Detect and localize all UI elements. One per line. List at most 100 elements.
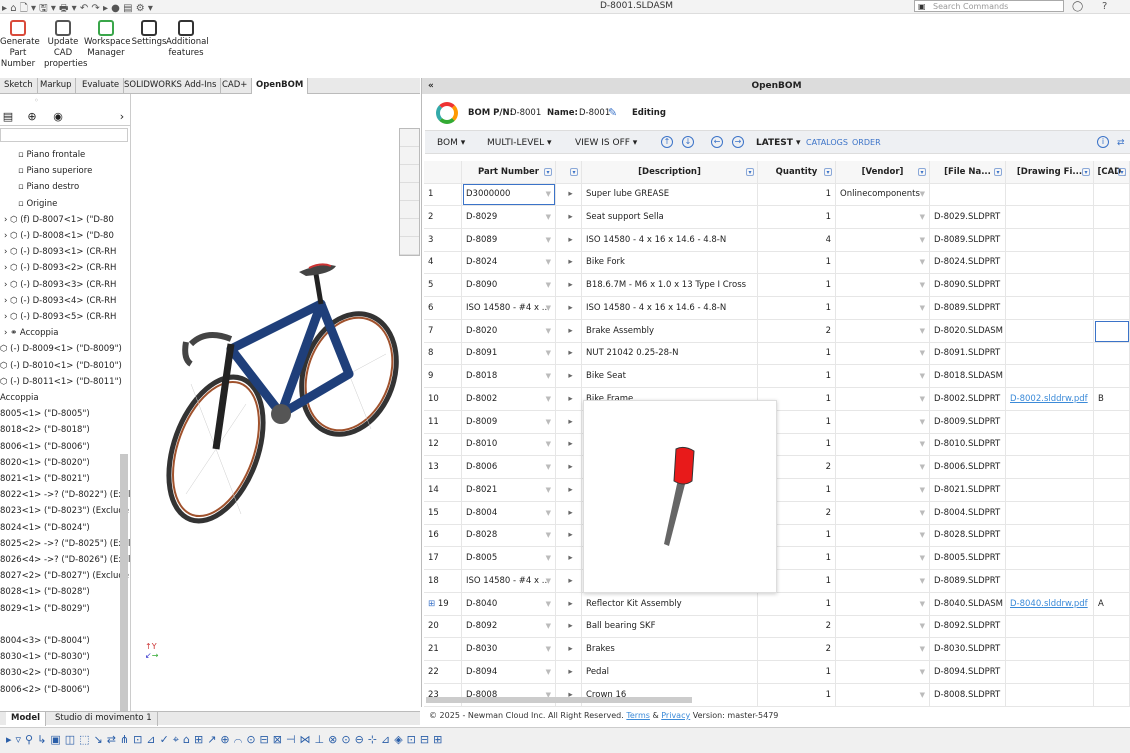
- table-row[interactable]: 21 D-8030 ▼ ▸ Brakes 2 ▼ D-8030.SLDPRT: [424, 638, 1130, 661]
- dropdown-arrow-icon[interactable]: ▼: [546, 297, 551, 319]
- cell-n[interactable]: 6: [424, 296, 462, 320]
- edit-pencil-icon[interactable]: ✎: [608, 106, 617, 119]
- cell-drw[interactable]: [1006, 183, 1094, 206]
- cell-vendor[interactable]: ▼: [836, 478, 930, 502]
- catalogs-button[interactable]: CATALOGS: [806, 138, 848, 147]
- tree-item[interactable]: › ⬡ (-) D-8093<5> (CR-RH: [4, 312, 116, 322]
- ribbon-button-4[interactable]: Additional features: [166, 20, 209, 59]
- cell-desc[interactable]: Pedal: [582, 660, 758, 684]
- cell-n[interactable]: 1: [424, 183, 462, 206]
- cell-vendor[interactable]: Onlinecomponents ▼: [836, 183, 930, 206]
- column-header-pn[interactable]: Part Number ▾: [462, 161, 556, 184]
- tree-item[interactable]: ▫ Piano destro: [18, 182, 79, 192]
- cell-cad[interactable]: [1094, 433, 1130, 457]
- dropdown-arrow-icon[interactable]: ▼: [920, 524, 925, 546]
- column-header-n[interactable]: [424, 161, 462, 184]
- dropdown-arrow-icon[interactable]: ▼: [546, 479, 551, 501]
- tree-item[interactable]: › ⬡ (-) D-8008<1> ("D-80: [4, 231, 114, 241]
- cell-n[interactable]: 21: [424, 638, 462, 661]
- tab-solidworks-add-ins[interactable]: SOLIDWORKS Add-Ins: [120, 78, 222, 94]
- cell-n[interactable]: 14: [424, 478, 462, 502]
- dropdown-arrow-icon[interactable]: ▼: [546, 502, 551, 524]
- cell-vendor[interactable]: ▼: [836, 615, 930, 639]
- tree-item[interactable]: 8018<2> ("D-8018"): [0, 425, 90, 435]
- column-header-vendor[interactable]: [Vendor] ▾: [836, 161, 930, 184]
- cell-cad[interactable]: [1094, 569, 1130, 593]
- column-header-icon[interactable]: ▾: [556, 161, 582, 184]
- cell-pn[interactable]: D-8028 ▼: [462, 524, 556, 548]
- cell-desc[interactable]: NUT 21042 0.25-28-N: [582, 342, 758, 366]
- dropdown-arrow-icon[interactable]: ▼: [546, 433, 551, 455]
- home-icon[interactable]: [400, 129, 419, 147]
- cell-drw[interactable]: [1006, 296, 1094, 320]
- cell-pn[interactable]: ISO 14580 - #4 x ... ▼: [462, 296, 556, 320]
- tree-item[interactable]: 8023<1> ("D-8023") (Exclude: [0, 506, 129, 516]
- cell-file[interactable]: D-8005.SLDPRT: [930, 547, 1006, 570]
- tree-item[interactable]: 8030<1> ("D-8030"): [0, 652, 90, 662]
- cell-cad[interactable]: [1094, 342, 1130, 366]
- dropdown-arrow-icon[interactable]: ▼: [546, 524, 551, 546]
- column-header-qty[interactable]: Quantity ▾: [758, 161, 836, 184]
- dropdown-arrow-icon[interactable]: ▼: [920, 433, 925, 455]
- tree-item[interactable]: › ⬡ (-) D-8093<4> (CR-RH: [4, 296, 116, 306]
- cell-drw[interactable]: [1006, 638, 1094, 661]
- column-filter-icon[interactable]: ▾: [746, 168, 754, 176]
- cell-qty[interactable]: 4: [758, 228, 836, 252]
- dropdown-arrow-icon[interactable]: ▼: [546, 593, 551, 615]
- cell-drw[interactable]: [1006, 342, 1094, 366]
- cell-qty[interactable]: 2: [758, 319, 836, 343]
- cell-n[interactable]: 17: [424, 547, 462, 570]
- cell-pn[interactable]: D-8005 ▼: [462, 547, 556, 570]
- cell-cad[interactable]: [1094, 547, 1130, 570]
- cell-file[interactable]: D-8030.SLDPRT: [930, 638, 1006, 661]
- ribbon-button-0[interactable]: Generate Part Number: [0, 20, 40, 70]
- cell-pn[interactable]: D-8008 ▼: [462, 683, 556, 707]
- tab-sketch[interactable]: Sketch: [0, 78, 38, 94]
- tree-item[interactable]: ▫ Origine: [18, 199, 57, 209]
- cell-desc[interactable]: B18.6.7M - M6 x 1.0 x 13 Type I Cross: [582, 274, 758, 297]
- cell-file[interactable]: D-8002.SLDPRT: [930, 387, 1006, 411]
- cell-vendor[interactable]: ▼: [836, 433, 930, 457]
- cell-n[interactable]: 5: [424, 274, 462, 297]
- dropdown-arrow-icon[interactable]: ▼: [920, 388, 925, 410]
- table-row[interactable]: 22 D-8094 ▼ ▸ Pedal 1 ▼ D-8094.SLDPRT: [424, 660, 1130, 684]
- cell-vendor[interactable]: ▼: [836, 683, 930, 707]
- tab-evaluate[interactable]: Evaluate: [78, 78, 125, 94]
- dropdown-arrow-icon[interactable]: ▼: [546, 547, 551, 569]
- cell-cad[interactable]: [1094, 228, 1130, 252]
- cell-desc[interactable]: Seat support Sella: [582, 205, 758, 229]
- tree-item[interactable]: Accoppia: [0, 393, 39, 403]
- cell-cad[interactable]: A: [1094, 592, 1130, 616]
- arrow-right-icon[interactable]: →: [732, 136, 744, 148]
- info-icon[interactable]: i: [1097, 136, 1109, 148]
- dropdown-arrow-icon[interactable]: ▼: [546, 661, 551, 683]
- cell-n[interactable]: 2: [424, 205, 462, 229]
- cell-pn[interactable]: D-8021 ▼: [462, 478, 556, 502]
- cell-pn[interactable]: D-8089 ▼: [462, 228, 556, 252]
- cell-file[interactable]: D-8029.SLDPRT: [930, 205, 1006, 229]
- arrow-down-icon[interactable]: ↓: [682, 136, 694, 148]
- dropdown-arrow-icon[interactable]: ▼: [920, 456, 925, 478]
- ribbon-button-2[interactable]: Workspace Manager: [84, 20, 130, 59]
- cell-drw[interactable]: D-8040.slddrw.pdf: [1006, 592, 1094, 616]
- cell-n[interactable]: 20: [424, 615, 462, 639]
- cell-pn[interactable]: D-8009 ▼: [462, 410, 556, 434]
- cell-file[interactable]: D-8010.SLDPRT: [930, 433, 1006, 457]
- cell-vendor[interactable]: ▼: [836, 410, 930, 434]
- cell-drw[interactable]: [1006, 274, 1094, 297]
- dropdown-arrow-icon[interactable]: ▼: [920, 479, 925, 501]
- cell-file[interactable]: D-8040.SLDASM: [930, 592, 1006, 616]
- bottom-toolbar[interactable]: ▸▿⚲↳▣◫⬚↘⇄⋔⊡⊿✓⌖⌂⊞↗⊕⌒⊙⊟⊠⊣⋈⊥⊗⊙⊖⊹⊿◈⊡⊟⊞: [0, 727, 1130, 753]
- cell-file[interactable]: D-8020.SLDASM: [930, 319, 1006, 343]
- cell-n[interactable]: 10: [424, 387, 462, 411]
- expand-icon[interactable]: ⊞: [428, 599, 438, 609]
- cell-qty[interactable]: 1: [758, 365, 836, 388]
- arrow-left-icon[interactable]: ←: [711, 136, 723, 148]
- dropdown-arrow-icon[interactable]: ▼: [920, 593, 925, 615]
- tree-item[interactable]: › ⚭ Accoppia: [4, 328, 59, 338]
- splitter-handle[interactable]: ◦: [34, 96, 39, 105]
- cell-file[interactable]: D-8018.SLDASM: [930, 365, 1006, 388]
- cell-vendor[interactable]: ▼: [836, 205, 930, 229]
- bottom-tab-0[interactable]: Model: [6, 712, 47, 726]
- cell-cad[interactable]: [1094, 183, 1130, 206]
